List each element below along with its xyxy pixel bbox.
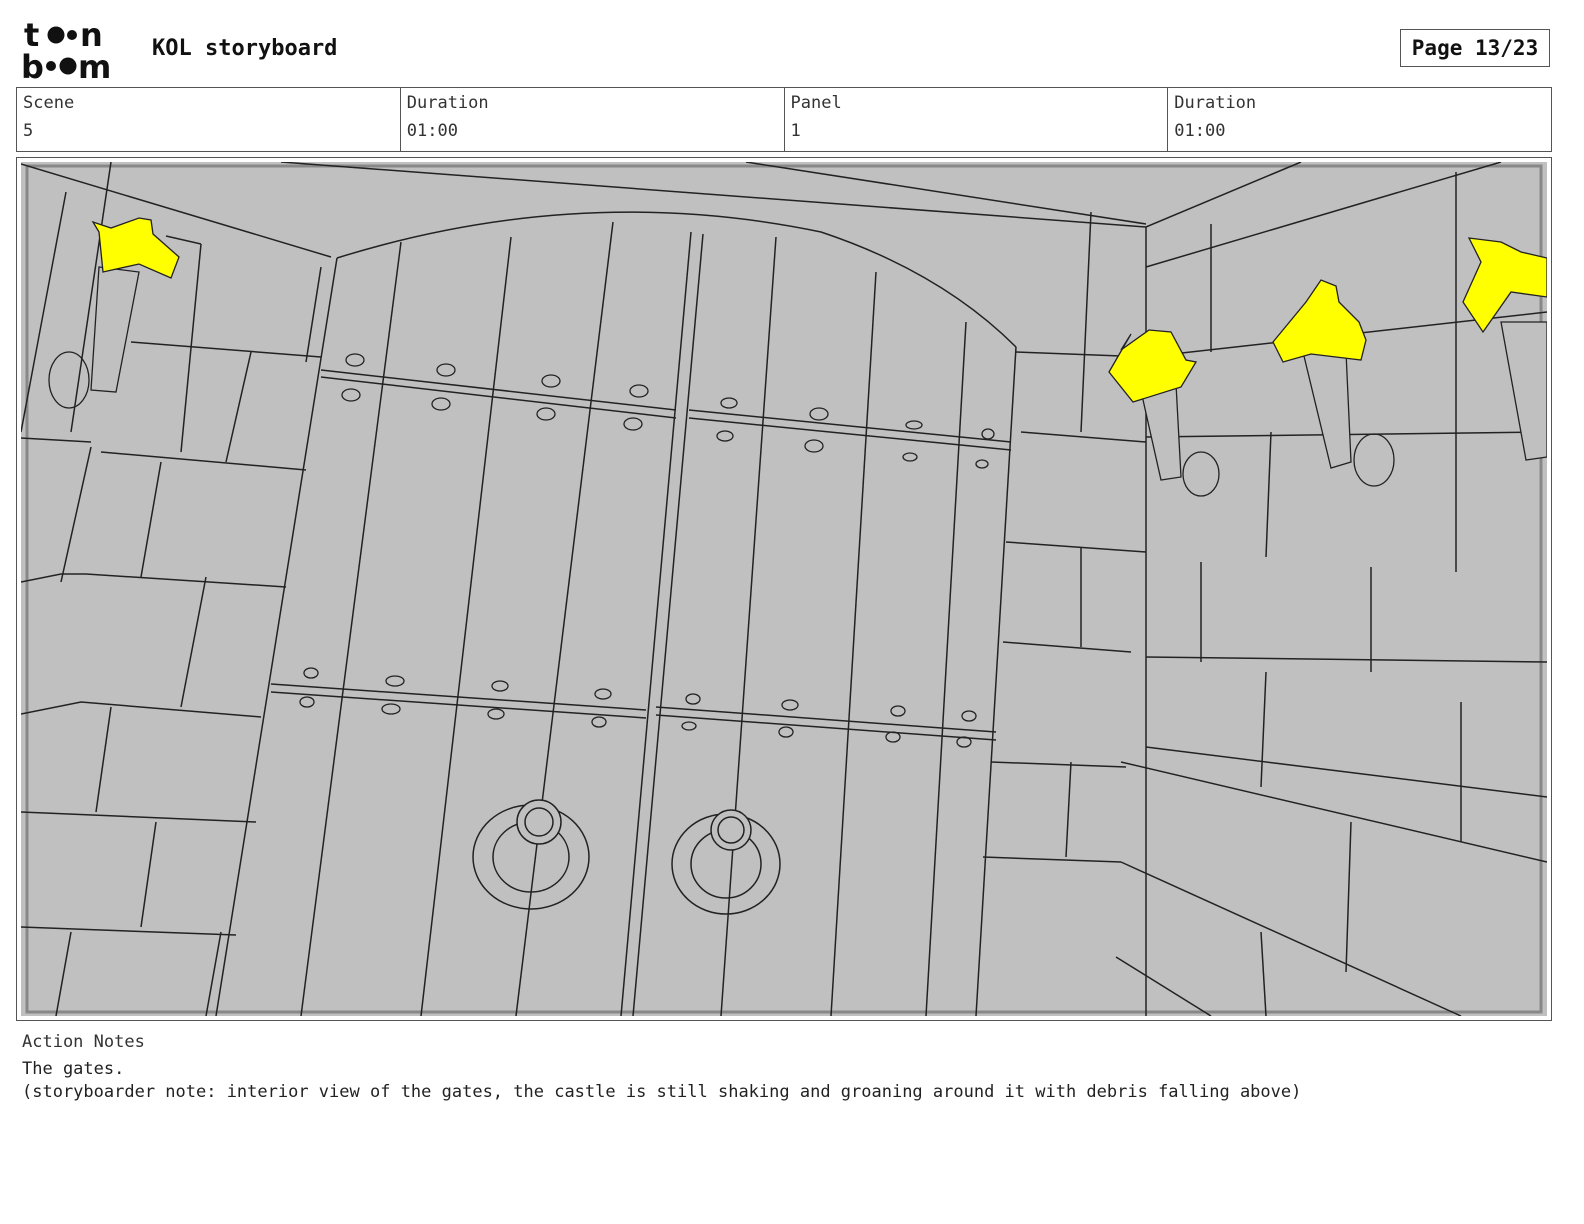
panel-value: 1 [790, 121, 801, 141]
svg-text:m: m [78, 48, 111, 80]
page-indicator: Page 13/23 [1400, 29, 1550, 67]
scene-duration-cell: Duration 01:00 [401, 88, 785, 151]
document-title: KOL storyboard [152, 36, 338, 61]
storyboard-panel [16, 157, 1552, 1021]
scene-info-table: Scene 5 Duration 01:00 Panel 1 Duration … [16, 87, 1552, 152]
action-note-line: The gates. [22, 1059, 125, 1079]
panel-cell: Panel 1 [785, 88, 1169, 151]
storyboarder-note-line: (storyboarder note: interior view of the… [22, 1082, 1302, 1102]
scene-value: 5 [23, 121, 34, 141]
scene-duration-value: 01:00 [406, 121, 458, 141]
scene-label: Scene [23, 93, 75, 113]
panel-drawing [21, 162, 1547, 1016]
action-notes-label: Action Notes [22, 1032, 145, 1052]
panel-duration-label: Duration [1174, 93, 1257, 113]
scene-duration-label: Duration [406, 93, 489, 113]
panel-duration-value: 01:00 [1174, 121, 1226, 141]
scene-cell: Scene 5 [17, 88, 401, 151]
panel-label: Panel [790, 93, 842, 113]
svg-text:b: b [21, 48, 44, 80]
panel-duration-cell: Duration 01:00 [1168, 88, 1551, 151]
toonboom-logo: t n b m [21, 18, 111, 80]
